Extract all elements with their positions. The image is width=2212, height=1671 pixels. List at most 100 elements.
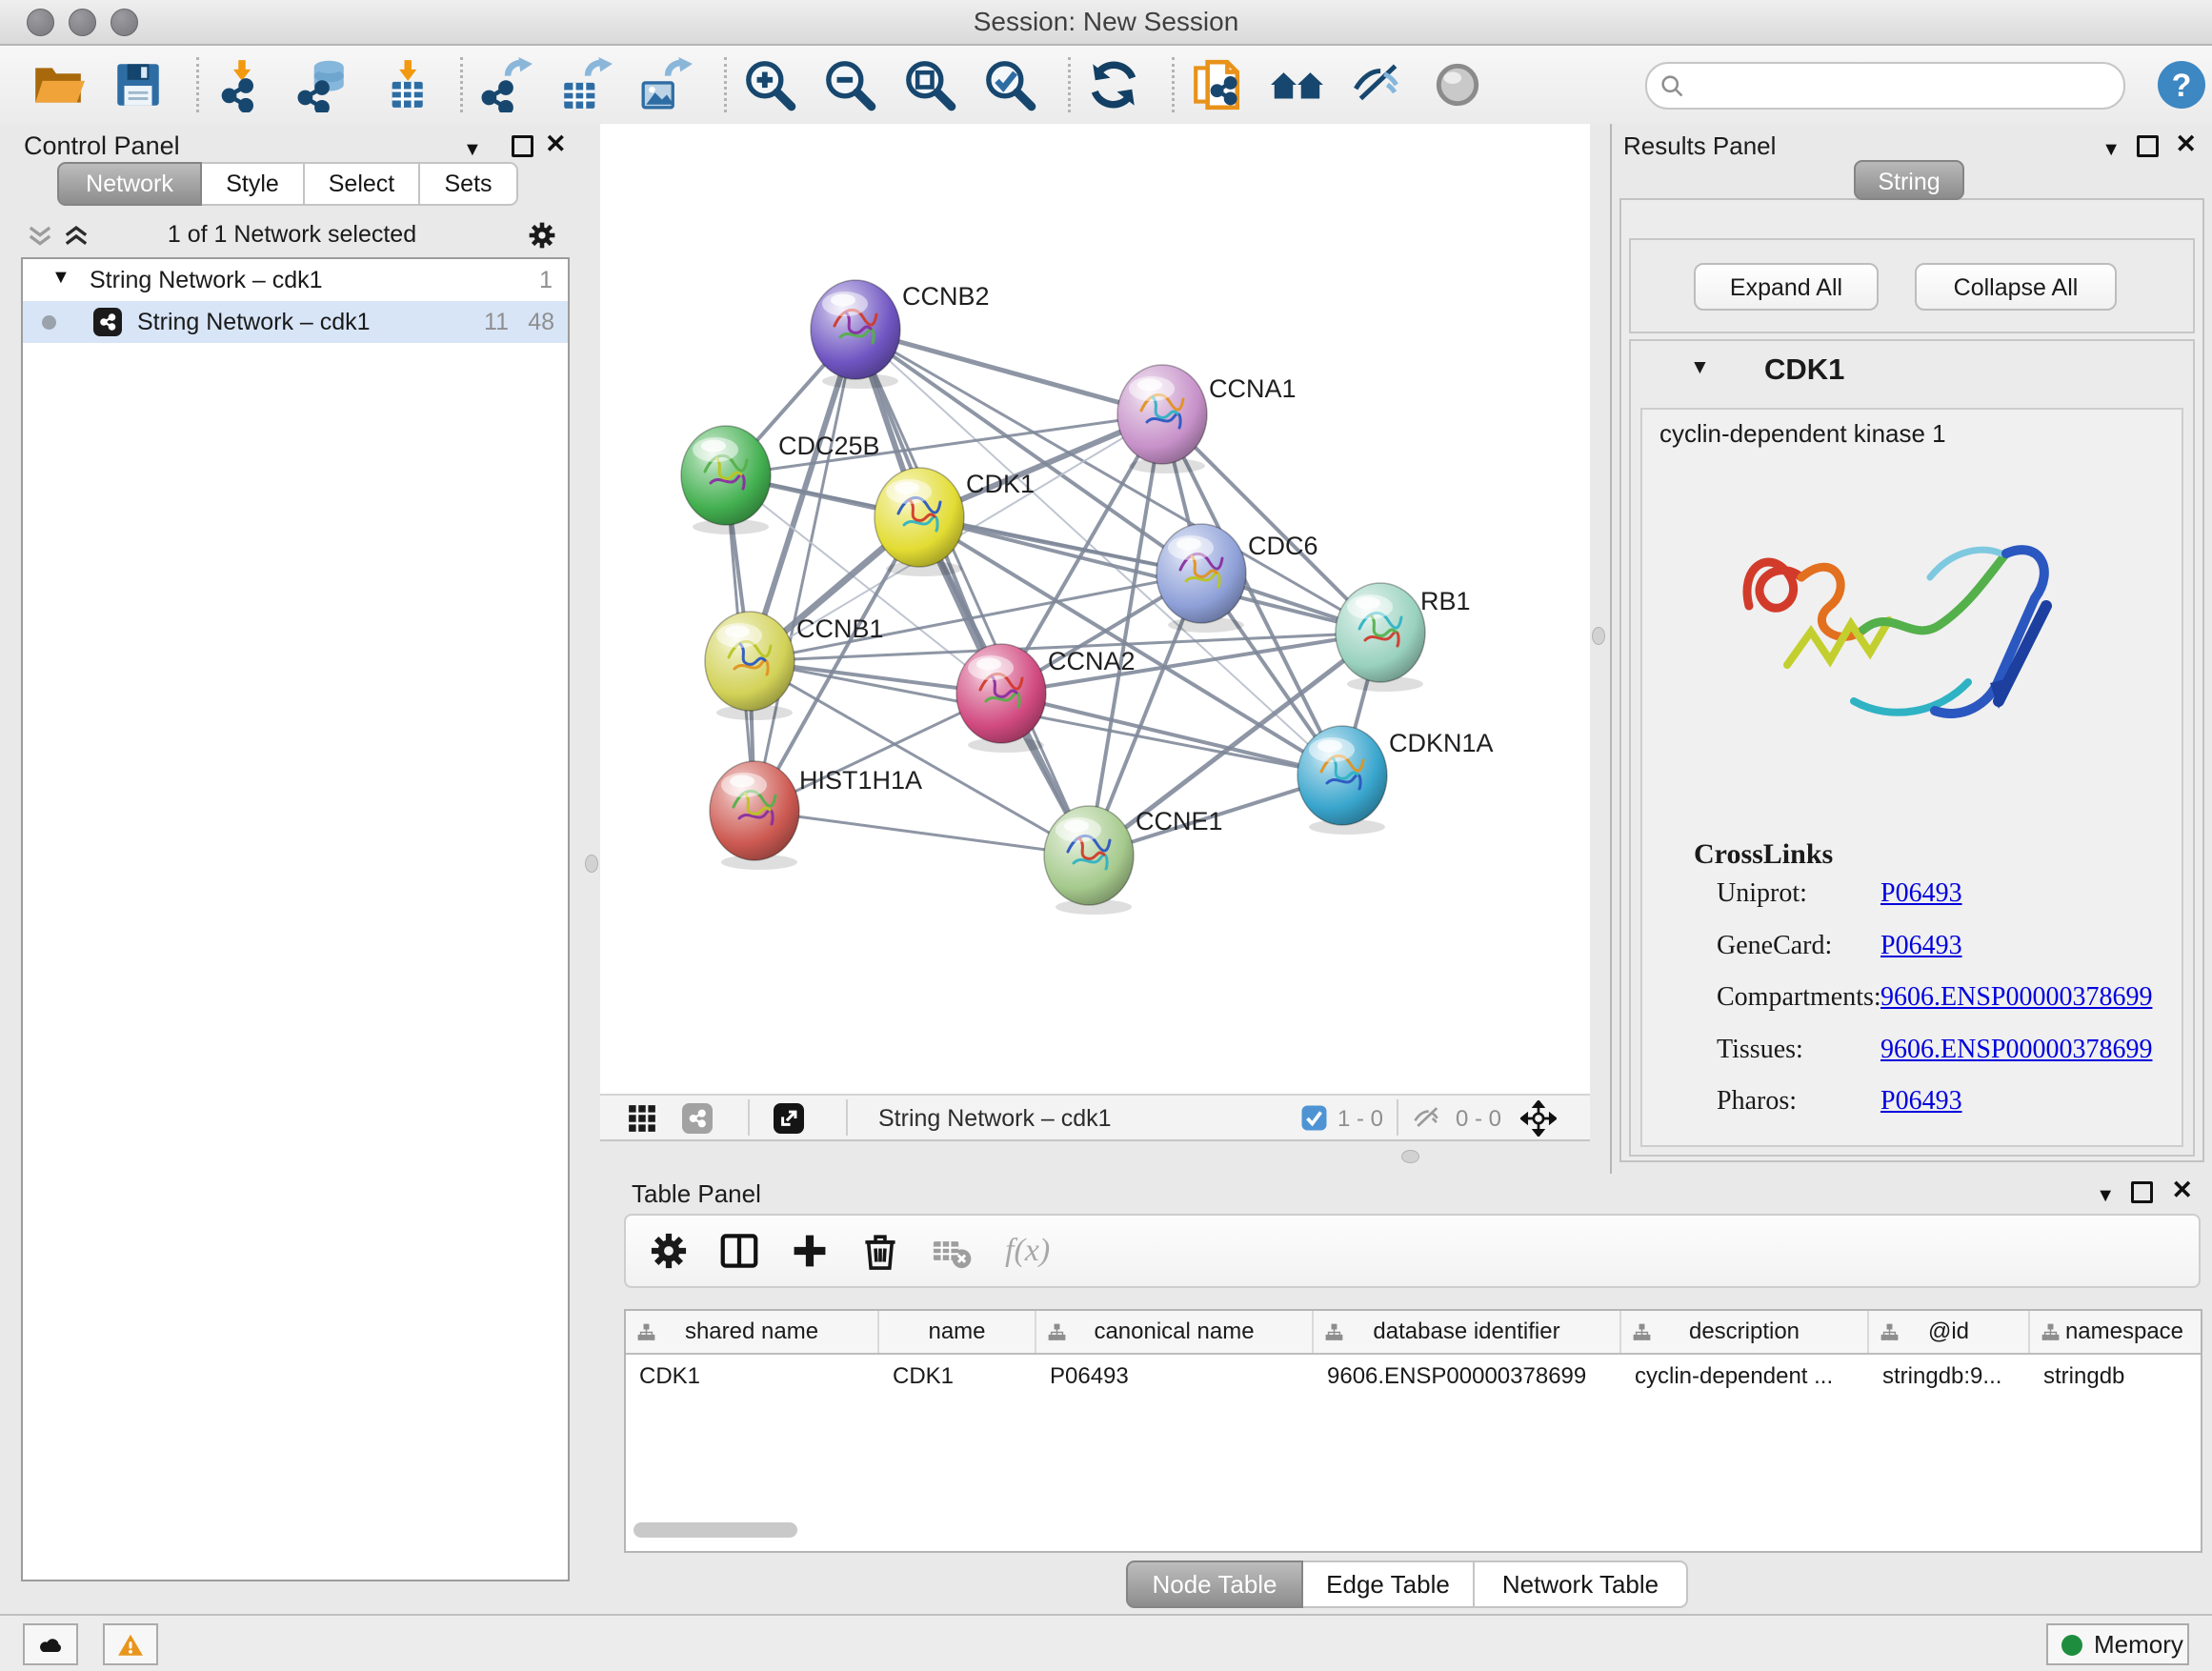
memory-button[interactable]: Memory [2046,1623,2189,1665]
search-box[interactable] [1645,62,2125,110]
horizontal-scrollbar[interactable] [633,1522,797,1538]
node-CDK1[interactable] [875,468,964,576]
table-cell[interactable]: CDK1 [879,1355,1036,1399]
panel-close-icon[interactable]: ✕ [2171,1176,2193,1205]
column-header-canonical-name[interactable]: canonical name [1036,1311,1314,1353]
column-header-description[interactable]: description [1621,1311,1869,1353]
tab-string[interactable]: String [1854,160,1964,200]
export-image-button[interactable] [638,57,694,112]
table-cell[interactable]: 9606.ENSP00000378699 [1314,1355,1621,1399]
panel-menu-icon[interactable]: ▼ [2101,139,2121,161]
zoom-out-button[interactable] [822,57,877,112]
detach-view-icon[interactable] [774,1103,804,1134]
refresh-button[interactable] [1086,57,1141,112]
panel-menu-icon[interactable]: ▼ [2096,1185,2115,1207]
panel-menu-icon[interactable]: ▼ [463,139,482,161]
crosslink-link[interactable]: 9606.ENSP00000378699 [1880,1035,2152,1065]
import-table-button[interactable] [374,57,430,112]
delete-column-icon[interactable] [858,1229,902,1273]
network-canvas[interactable]: CCNB2CCNA1CDC25BCDK1CDC6RB1CCNB1CCNA2CDK… [600,124,1590,1094]
edge-CCNB2-HIST1H1A[interactable] [754,330,855,811]
node-CCNE1[interactable] [1044,806,1134,915]
crosslink-link[interactable]: 9606.ENSP00000378699 [1880,982,2152,1013]
table-panel: Table Panel ▼ ✕ f(x) shared namenamecano… [584,1174,2212,1614]
import-database-button[interactable] [294,57,350,112]
export-table-button[interactable] [558,57,613,112]
home-button[interactable] [1270,57,1325,112]
column-header-database-identifier[interactable]: database identifier [1314,1311,1621,1353]
crosslink-link[interactable]: P06493 [1880,878,1962,909]
table-cell[interactable]: cyclin-dependent ... [1621,1355,1869,1399]
table-settings-icon[interactable] [647,1229,691,1273]
node-CCNB1[interactable] [705,612,794,720]
add-column-icon[interactable] [788,1229,832,1273]
node-CCNA2[interactable] [956,644,1046,753]
cloud-button[interactable] [23,1623,78,1665]
network-graph[interactable]: CCNB2CCNA1CDC25BCDK1CDC6RB1CCNB1CCNA2CDK… [600,124,1590,1094]
crosslink-row: GeneCard:P06493 [1642,931,2182,982]
zoom-in-button[interactable] [742,57,797,112]
panel-close-icon[interactable]: ✕ [2175,130,2197,159]
column-header-namespace[interactable]: namespace [2030,1311,2202,1353]
vertical-splitter-left[interactable] [585,855,598,873]
expand-triangle-icon[interactable]: ▼ [51,267,70,289]
column-label: name [928,1319,985,1344]
horizontal-splitter[interactable] [1401,1150,1419,1163]
node-CCNB2[interactable] [811,280,900,389]
collapse-triangle-icon[interactable]: ▼ [1690,356,1710,379]
zoom-selected-button[interactable] [982,57,1037,112]
tab-network[interactable]: Network [57,162,202,206]
hidden-eye-icon[interactable] [1412,1103,1442,1134]
shared-column-icon [1048,1323,1066,1341]
clone-network-button[interactable] [1190,57,1245,112]
vertical-splitter-right[interactable] [1592,627,1605,645]
selected-checkbox[interactable] [1301,1105,1327,1131]
show-columns-icon[interactable] [717,1229,761,1273]
tab-select[interactable]: Select [305,162,420,206]
import-network-button[interactable] [214,57,270,112]
node-CCNA1[interactable] [1117,365,1207,473]
gear-icon[interactable] [526,219,558,252]
zoom-fit-button[interactable] [902,57,957,112]
column-header-name[interactable]: name [879,1311,1036,1353]
panel-float-icon[interactable] [2131,1181,2153,1209]
panel-float-icon[interactable] [2137,135,2159,163]
tab-network-table[interactable]: Network Table [1475,1560,1688,1608]
node-RB1[interactable] [1336,583,1425,692]
table-row[interactable]: CDK1CDK1P064939606.ENSP00000378699cyclin… [626,1355,2201,1399]
tab-node-table[interactable]: Node Table [1126,1560,1303,1608]
network-badge-icon[interactable] [682,1103,713,1134]
table-cell[interactable]: CDK1 [626,1355,879,1399]
edge-CCNA2-CDKN1A[interactable] [1001,694,1342,775]
collapse-all-button[interactable]: Collapse All [1915,263,2117,311]
fit-selected-crosshair-icon[interactable] [1520,1100,1557,1137]
search-input[interactable] [1695,67,2108,103]
table-cell[interactable]: P06493 [1036,1355,1314,1399]
tab-edge-table[interactable]: Edge Table [1303,1560,1475,1608]
export-network-button[interactable] [478,57,533,112]
network-collection-row[interactable]: ▼ String Network – cdk1 1 [23,259,568,301]
grid-view-icon[interactable] [627,1103,657,1134]
node-HIST1H1A[interactable] [710,761,799,870]
node-CDC25B[interactable] [681,426,771,534]
column-header--id[interactable]: @id [1869,1311,2030,1353]
hide-eye-button[interactable] [1350,57,1405,112]
crosslink-link[interactable]: P06493 [1880,931,1962,961]
table-cell[interactable]: stringdb [2030,1355,2202,1399]
column-header-shared-name[interactable]: shared name [626,1311,879,1353]
expand-all-button[interactable]: Expand All [1694,263,1879,311]
panel-close-icon[interactable]: ✕ [545,130,567,159]
warnings-button[interactable] [103,1623,158,1665]
save-session-button[interactable] [111,57,166,112]
help-button[interactable]: ? [2155,58,2208,111]
crosslink-link[interactable]: P06493 [1880,1086,1962,1117]
open-file-button[interactable] [30,57,86,112]
edge-HIST1H1A-CCNE1[interactable] [754,811,1089,856]
tab-style[interactable]: Style [202,162,305,206]
panel-float-icon[interactable] [512,135,533,163]
network-row[interactable]: String Network – cdk1 11 48 [23,301,568,343]
tab-sets[interactable]: Sets [420,162,518,206]
show-eye-button[interactable] [1430,57,1485,112]
table-cell[interactable]: stringdb:9... [1869,1355,2030,1399]
node-CDKN1A[interactable] [1297,726,1387,835]
